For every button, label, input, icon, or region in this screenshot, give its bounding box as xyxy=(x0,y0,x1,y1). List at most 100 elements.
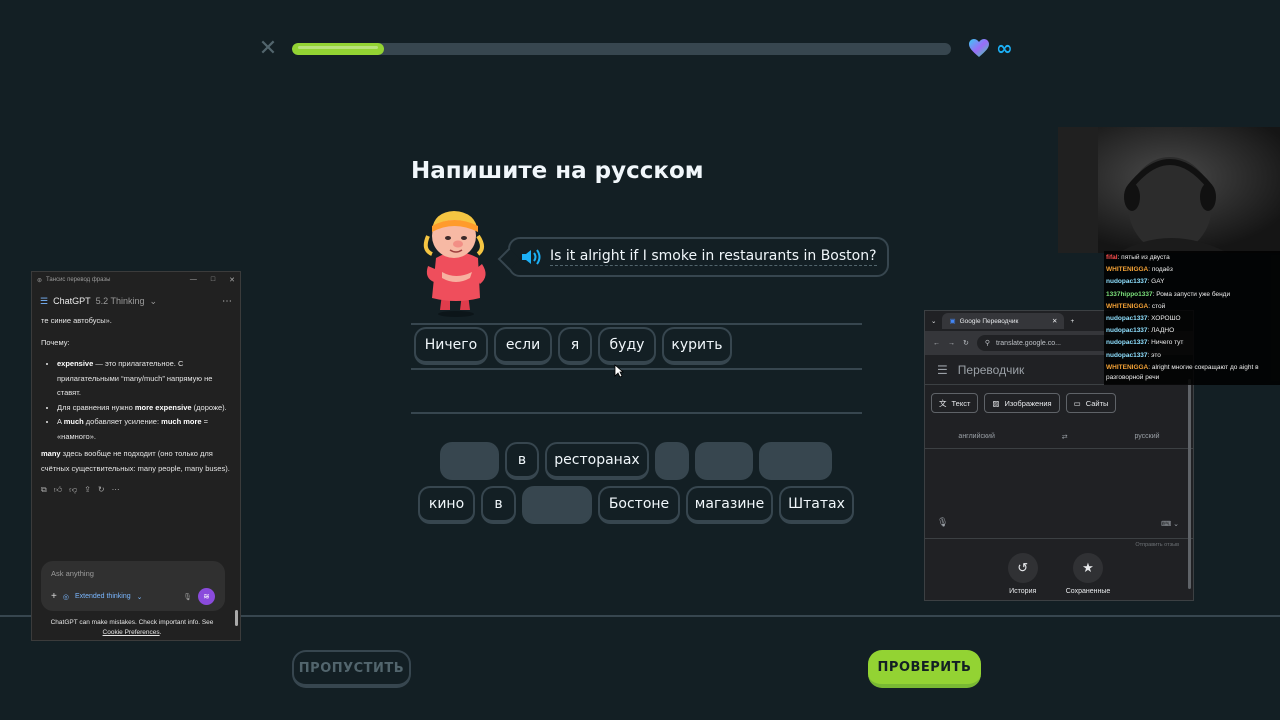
close-icon[interactable]: ✕ xyxy=(229,276,235,284)
source-text-input[interactable]: 🎙︎ ⌨ ⌄ xyxy=(925,449,1193,539)
chat-input-placeholder[interactable]: Ask anything xyxy=(51,569,215,578)
chat-username[interactable]: WHITENIGGA xyxy=(1106,364,1148,371)
star-icon: ★ xyxy=(1072,553,1103,583)
list-item: expensive — это прилагательное. С прилаг… xyxy=(57,357,231,401)
bold-term: much more xyxy=(161,417,202,426)
list-text: добавляет усиление: xyxy=(83,417,162,426)
saved-label: Сохраненные xyxy=(1065,588,1111,595)
mode-text-button[interactable]: 文 Текст xyxy=(931,393,979,413)
more-icon[interactable]: ⋯ xyxy=(112,485,120,495)
tab-list-icon[interactable]: ⌄ xyxy=(931,317,936,325)
extended-thinking-toggle[interactable]: Extended thinking xyxy=(75,593,131,600)
message-actions: ⧉ 👍︎ 👎︎ ⇪ ↻ ⋯ xyxy=(32,483,240,497)
reload-icon[interactable]: ↻ xyxy=(963,339,969,347)
keyboard-icon[interactable]: ⌨ ⌄ xyxy=(1161,520,1179,528)
speech-bubble: Is it alright if I smoke in restaurants … xyxy=(508,237,889,277)
mode-sites-button[interactable]: ▭ Сайты xyxy=(1065,393,1117,413)
word-bank-chip[interactable]: в xyxy=(481,486,516,524)
target-language[interactable]: русский xyxy=(1134,433,1159,440)
menu-icon[interactable]: ☰ xyxy=(937,363,948,377)
history-icon: ↺ xyxy=(1007,553,1038,583)
check-button[interactable]: ПРОВЕРИТЬ xyxy=(868,650,981,688)
new-tab-icon[interactable]: + xyxy=(1070,318,1074,325)
model-version[interactable]: 5.2 Thinking xyxy=(96,296,145,306)
microphone-icon[interactable]: 🎙︎ xyxy=(937,517,948,528)
chat-username[interactable]: WHITENIGGA xyxy=(1106,266,1148,273)
heart-icon xyxy=(969,39,989,57)
forward-icon[interactable]: → xyxy=(948,340,955,347)
chat-username[interactable]: 1337hippo1337 xyxy=(1106,291,1153,298)
more-options-icon[interactable]: ⋯ xyxy=(222,296,232,307)
scrollbar[interactable] xyxy=(235,290,238,630)
answer-word-chip[interactable]: я xyxy=(558,327,592,365)
hearts-counter[interactable]: ∞ xyxy=(968,38,1013,58)
word-bank-chip[interactable]: кино xyxy=(418,486,475,524)
cookie-preferences-link[interactable]: Cookie Preferences xyxy=(103,629,160,636)
close-lesson-icon[interactable]: ✕ xyxy=(258,38,278,60)
microphone-icon[interactable]: 🎙︎ xyxy=(183,593,192,601)
scrollbar-thumb[interactable] xyxy=(235,610,238,626)
mode-label: Текст xyxy=(951,398,971,408)
plus-icon[interactable]: + xyxy=(51,591,57,602)
chat-username[interactable]: nudopac1337 xyxy=(1106,327,1148,334)
chat-username[interactable]: nudopac1337 xyxy=(1106,315,1148,322)
chat-username[interactable]: nudopac1337 xyxy=(1106,339,1148,346)
chat-text: : ЛАДНО xyxy=(1147,327,1175,335)
answer-word-chip[interactable]: если xyxy=(494,327,552,365)
send-feedback-link[interactable]: Отправить отзыв xyxy=(925,539,1193,551)
chatgpt-window[interactable]: ⊛ Тансис перевод фразы — □ ✕ ☰ ChatGPT 5… xyxy=(31,271,241,641)
minimize-icon[interactable]: — xyxy=(190,276,197,284)
chevron-down-icon[interactable]: ⌄ xyxy=(137,593,143,601)
thumbs-down-icon[interactable]: 👎︎ xyxy=(69,485,77,495)
copy-icon[interactable]: ⧉ xyxy=(41,485,47,495)
chat-message: nudopac1337: ЛАДНО xyxy=(1106,325,1278,337)
answer-word-chip[interactable]: Ничего xyxy=(414,327,488,365)
thumbs-up-icon[interactable]: 👍︎ xyxy=(54,485,62,495)
tab-close-icon[interactable]: ✕ xyxy=(1052,317,1057,325)
message-list: expensive — это прилагательное. С прилаг… xyxy=(57,357,231,444)
chat-username[interactable]: fifal xyxy=(1106,254,1118,261)
browser-tab[interactable]: ▣ Google Переводчик ✕ xyxy=(942,313,1065,329)
history-button[interactable]: ↺ История xyxy=(1007,553,1038,595)
url-text[interactable]: translate.google.co... xyxy=(996,340,1061,347)
prompt-title: Напишите на русском xyxy=(411,158,704,184)
list-text: (дороже). xyxy=(191,402,227,412)
answer-line xyxy=(411,412,862,414)
chat-composer[interactable]: Ask anything + ◎ Extended thinking ⌄ 🎙︎ … xyxy=(41,561,225,611)
chat-message: WHITENIGGA: стой xyxy=(1106,301,1278,313)
chevron-down-icon[interactable]: ⌄ xyxy=(149,296,157,307)
maximize-icon[interactable]: □ xyxy=(211,276,215,284)
chat-username[interactable]: nudopac1337 xyxy=(1106,278,1148,285)
sidebar-toggle-icon[interactable]: ☰ xyxy=(40,296,48,307)
word-bank-chip[interactable]: в xyxy=(505,442,539,480)
source-language[interactable]: английский xyxy=(958,433,994,440)
site-info-icon[interactable]: ⚲ xyxy=(985,339,990,347)
scrollbar[interactable] xyxy=(1188,379,1191,589)
translate-favicon-icon: ▣ xyxy=(949,318,956,325)
saved-button[interactable]: ★ Сохраненные xyxy=(1065,553,1111,595)
regenerate-icon[interactable]: ↻ xyxy=(98,485,105,495)
answer-word-chip[interactable]: буду xyxy=(598,327,656,365)
chat-message: fifal: пятый из двуста xyxy=(1106,252,1278,264)
mouse-cursor-icon xyxy=(614,364,624,378)
chat-username[interactable]: nudopac1337 xyxy=(1106,352,1148,359)
word-bank-chip[interactable]: Штатах xyxy=(779,486,854,524)
model-name[interactable]: ChatGPT xyxy=(53,296,91,306)
speaker-icon[interactable] xyxy=(520,248,542,266)
share-icon[interactable]: ⇪ xyxy=(84,485,91,495)
mode-images-button[interactable]: ▨ Изображения xyxy=(984,393,1060,413)
skip-button[interactable]: ПРОПУСТИТЬ xyxy=(292,650,411,688)
swap-languages-icon[interactable]: ⇄ xyxy=(1062,433,1068,441)
sentence-text[interactable]: Is it alright if I smoke in restaurants … xyxy=(550,248,877,266)
mode-label: Сайты xyxy=(1085,398,1109,408)
list-text: A xyxy=(57,417,64,426)
word-bank-chip[interactable]: магазине xyxy=(686,486,773,524)
chat-username[interactable]: WHITENIGGA xyxy=(1106,303,1148,310)
word-bank-chip[interactable]: ресторанах xyxy=(545,442,649,480)
bold-term: expensive xyxy=(57,359,94,368)
voice-mode-icon[interactable]: ≋ xyxy=(198,588,215,605)
character-illustration xyxy=(423,211,486,317)
answer-word-chip[interactable]: курить xyxy=(662,327,732,365)
word-bank-chip[interactable]: Бостоне xyxy=(598,486,680,524)
back-icon[interactable]: ← xyxy=(933,340,940,347)
